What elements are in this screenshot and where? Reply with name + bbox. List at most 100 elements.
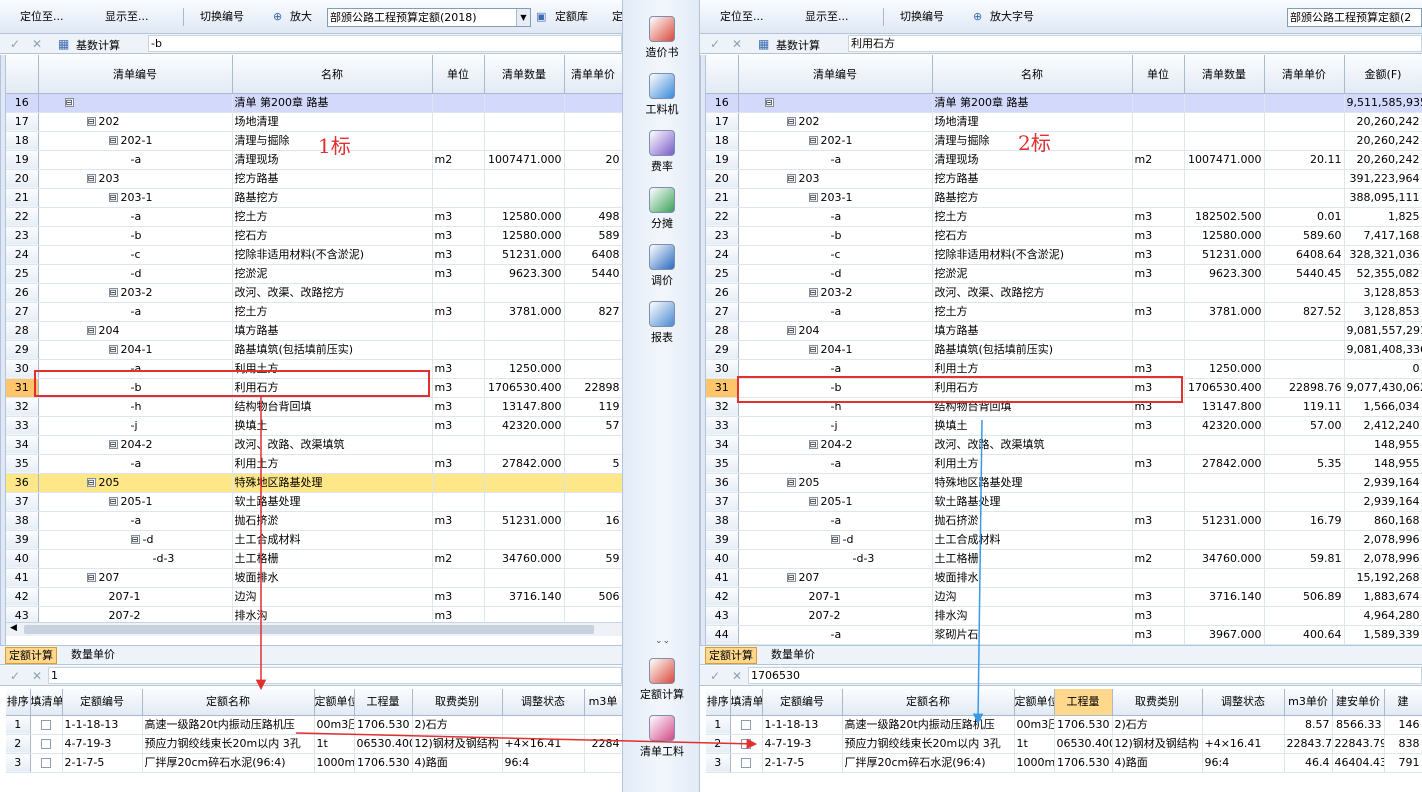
bill-price[interactable] — [564, 568, 623, 588]
tree-code-cell[interactable]: ⊟ 203-1 — [738, 188, 933, 208]
tree-code-cell[interactable]: -c — [738, 245, 933, 265]
bill-name[interactable]: 抛石挤淤 — [232, 511, 433, 531]
table-row[interactable]: 20 ⊟ 203 挖方路基 391,223,964 — [706, 169, 1422, 189]
tree-toggle-icon[interactable]: ⊟ — [64, 98, 74, 107]
fill-qty-cell[interactable] — [30, 715, 63, 735]
bill-name[interactable]: 坡面排水 — [232, 568, 433, 588]
bill-price[interactable] — [1264, 131, 1345, 151]
bill-name[interactable]: 坡面排水 — [932, 568, 1133, 588]
tree-code-cell[interactable]: ⊟ 204 — [738, 321, 933, 341]
bill-price[interactable] — [564, 131, 623, 151]
tree-code-cell[interactable]: -d-3 — [38, 549, 233, 569]
table-row[interactable]: 34 ⊟ 204-2 改河、改路、改渠填筑 148,955 — [706, 435, 1422, 455]
bill-price[interactable]: 5440.45 — [1264, 264, 1345, 284]
row-number[interactable]: 21 — [706, 188, 739, 208]
bill-unit[interactable] — [432, 340, 485, 360]
column-header[interactable]: 清单单价 — [1264, 55, 1345, 94]
adjust-state[interactable]: +4×16.41 — [502, 734, 585, 754]
table-row[interactable]: 39 ⊟ -d 土工合成材料 — [6, 530, 623, 550]
table-row[interactable]: 26 ⊟ 203-2 改河、改渠、改路挖方 3,128,853 — [706, 283, 1422, 303]
confirm-icon[interactable]: ✓ — [710, 669, 720, 683]
row-number[interactable]: 43 — [706, 606, 739, 626]
bill-amount[interactable]: 1,883,674 — [1344, 587, 1422, 607]
quota-name[interactable]: 厂拌厚20cm碎石水泥(96:4) — [842, 753, 1015, 773]
row-number[interactable]: 23 — [706, 226, 739, 246]
fee-type[interactable]: 2)石方 — [412, 715, 503, 735]
table-row[interactable]: 1 1-1-18-13高速一级路20t内振动压路机压00m3压实1706.5302… — [6, 715, 623, 735]
table-row[interactable]: 41 ⊟ 207 坡面排水 15,192,268 — [706, 568, 1422, 588]
bill-unit[interactable]: m3 — [432, 378, 485, 398]
table-row[interactable]: 42 207-1 边沟 m3 3716.140 506.89 1,883,674 — [706, 587, 1422, 607]
column-header[interactable]: 排序 — [706, 689, 731, 716]
tree-code-cell[interactable]: -d — [738, 264, 933, 284]
bill-amount[interactable]: 2,939,164 — [1344, 492, 1422, 512]
bill-price[interactable]: 20.11 — [1264, 150, 1345, 170]
bill-price[interactable]: 22898.76 — [1264, 378, 1345, 398]
show-button[interactable]: 显示至... — [805, 9, 849, 25]
bill-name[interactable]: 改河、改路、改渠填筑 — [932, 435, 1133, 455]
table-row[interactable]: 26 ⊟ 203-2 改河、改渠、改路挖方 — [6, 283, 623, 303]
table-row[interactable]: 21 ⊟ 203-1 路基挖方 — [6, 188, 623, 208]
quota-qty[interactable]: 1706.530 — [354, 715, 413, 735]
table-row[interactable]: 33 -j 换填土 m3 42320.000 57 — [6, 416, 623, 436]
bill-name[interactable]: 清单 第200章 路基 — [232, 93, 433, 113]
row-number[interactable]: 32 — [6, 397, 39, 417]
table-row[interactable]: 23 -b 挖石方 m3 12580.000 589.60 7,417,168 — [706, 226, 1422, 246]
unit-price[interactable]: 22843.79 — [1284, 734, 1333, 754]
checkbox[interactable] — [41, 757, 51, 768]
row-number[interactable]: 34 — [6, 435, 39, 455]
table-row[interactable]: 37 ⊟ 205-1 软土路基处理 2,939,164 — [706, 492, 1422, 512]
bill-quantity[interactable]: 34760.000 — [484, 549, 565, 569]
tree-code-cell[interactable]: ⊟ 202-1 — [738, 131, 933, 151]
column-header[interactable]: 定额编号 — [762, 689, 843, 716]
bill-price[interactable]: 506 — [564, 587, 623, 607]
row-number[interactable]: 23 — [6, 226, 39, 246]
quota-lib-button[interactable]: 定额库 — [555, 9, 588, 25]
formula-label[interactable]: 基数计算 — [76, 37, 120, 53]
fee-type[interactable]: 12)钢材及钢结构 — [412, 734, 503, 754]
bill-unit[interactable]: m3 — [432, 359, 485, 379]
bill-price[interactable]: 498 — [564, 207, 623, 227]
bill-price[interactable] — [564, 435, 623, 455]
quota-code[interactable]: 2-1-7-5 — [762, 753, 843, 773]
bill-amount[interactable]: 388,095,111 — [1344, 188, 1422, 208]
tree-toggle-icon[interactable]: ⊟ — [86, 478, 96, 487]
bill-unit[interactable] — [432, 321, 485, 341]
table-row[interactable]: 37 ⊟ 205-1 软土路基处理 — [6, 492, 623, 512]
bill-unit[interactable] — [1132, 188, 1185, 208]
bill-unit[interactable] — [1132, 93, 1185, 113]
bill-quantity[interactable]: 51231.000 — [484, 245, 565, 265]
bill-amount[interactable]: 0 — [1344, 359, 1422, 379]
bill-price[interactable] — [564, 340, 623, 360]
row-number[interactable]: 17 — [706, 112, 739, 132]
bill-price[interactable] — [564, 473, 623, 493]
tree-code-cell[interactable]: 207-2 — [738, 606, 933, 626]
sidebar-item[interactable]: 分摊 — [623, 187, 701, 231]
bill-price[interactable] — [1264, 435, 1345, 455]
table-row[interactable]: 36 ⊟ 205 特殊地区路基处理 2,939,164 — [706, 473, 1422, 493]
adjust-state[interactable]: 96:4 — [1202, 753, 1285, 773]
table-row[interactable]: 40 -d-3 土工格栅 m2 34760.000 59 — [6, 549, 623, 569]
bill-unit[interactable]: m3 — [1132, 207, 1185, 227]
row-number[interactable]: 2 — [6, 734, 31, 754]
bill-quantity[interactable]: 9623.300 — [1184, 264, 1265, 284]
tree-code-cell[interactable]: ⊟ 205-1 — [38, 492, 233, 512]
bill-unit[interactable]: m2 — [432, 150, 485, 170]
tree-toggle-icon[interactable]: ⊟ — [108, 193, 118, 202]
locate-button[interactable]: 定位至... — [720, 9, 764, 25]
bill-unit[interactable] — [1132, 169, 1185, 189]
bill-price[interactable] — [564, 530, 623, 550]
switch-code-button[interactable]: 切换编号 — [200, 9, 244, 25]
bill-price[interactable] — [1264, 359, 1345, 379]
column-header[interactable]: 排序 — [6, 689, 31, 716]
install-price[interactable]: 22843.79 — [1332, 734, 1385, 754]
bill-quantity[interactable]: 1250.000 — [1184, 359, 1265, 379]
tree-code-cell[interactable]: -a — [738, 625, 933, 645]
unit-price[interactable]: 2284 — [584, 734, 623, 754]
row-number[interactable]: 2 — [706, 734, 731, 754]
column-header[interactable]: 名称 — [232, 55, 433, 94]
tab-quota-calc[interactable]: 定额计算 — [705, 647, 757, 664]
tree-toggle-icon[interactable]: ⊟ — [786, 117, 796, 126]
bill-quantity[interactable]: 12580.000 — [1184, 226, 1265, 246]
row-number[interactable]: 40 — [706, 549, 739, 569]
